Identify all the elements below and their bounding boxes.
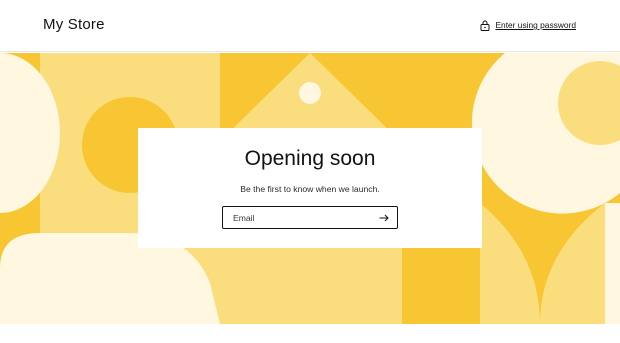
subscribe-button[interactable] [377,211,391,225]
launch-subtitle: Be the first to know when we launch. [240,184,380,194]
hero-banner: Opening soon Be the first to know when w… [0,53,620,324]
email-input[interactable] [223,207,368,228]
lock-icon [480,20,490,31]
newsletter-card: Opening soon Be the first to know when w… [138,128,482,248]
enter-password-link[interactable]: Enter using password [480,18,576,32]
site-header: My Store Enter using password [0,0,620,52]
page-title: Opening soon [244,147,376,170]
store-name-link[interactable]: My Store [43,16,105,33]
enter-password-label: Enter using password [495,20,576,30]
footer-strip [0,324,620,343]
arrow-right-icon [379,214,389,222]
email-field[interactable] [222,206,398,229]
